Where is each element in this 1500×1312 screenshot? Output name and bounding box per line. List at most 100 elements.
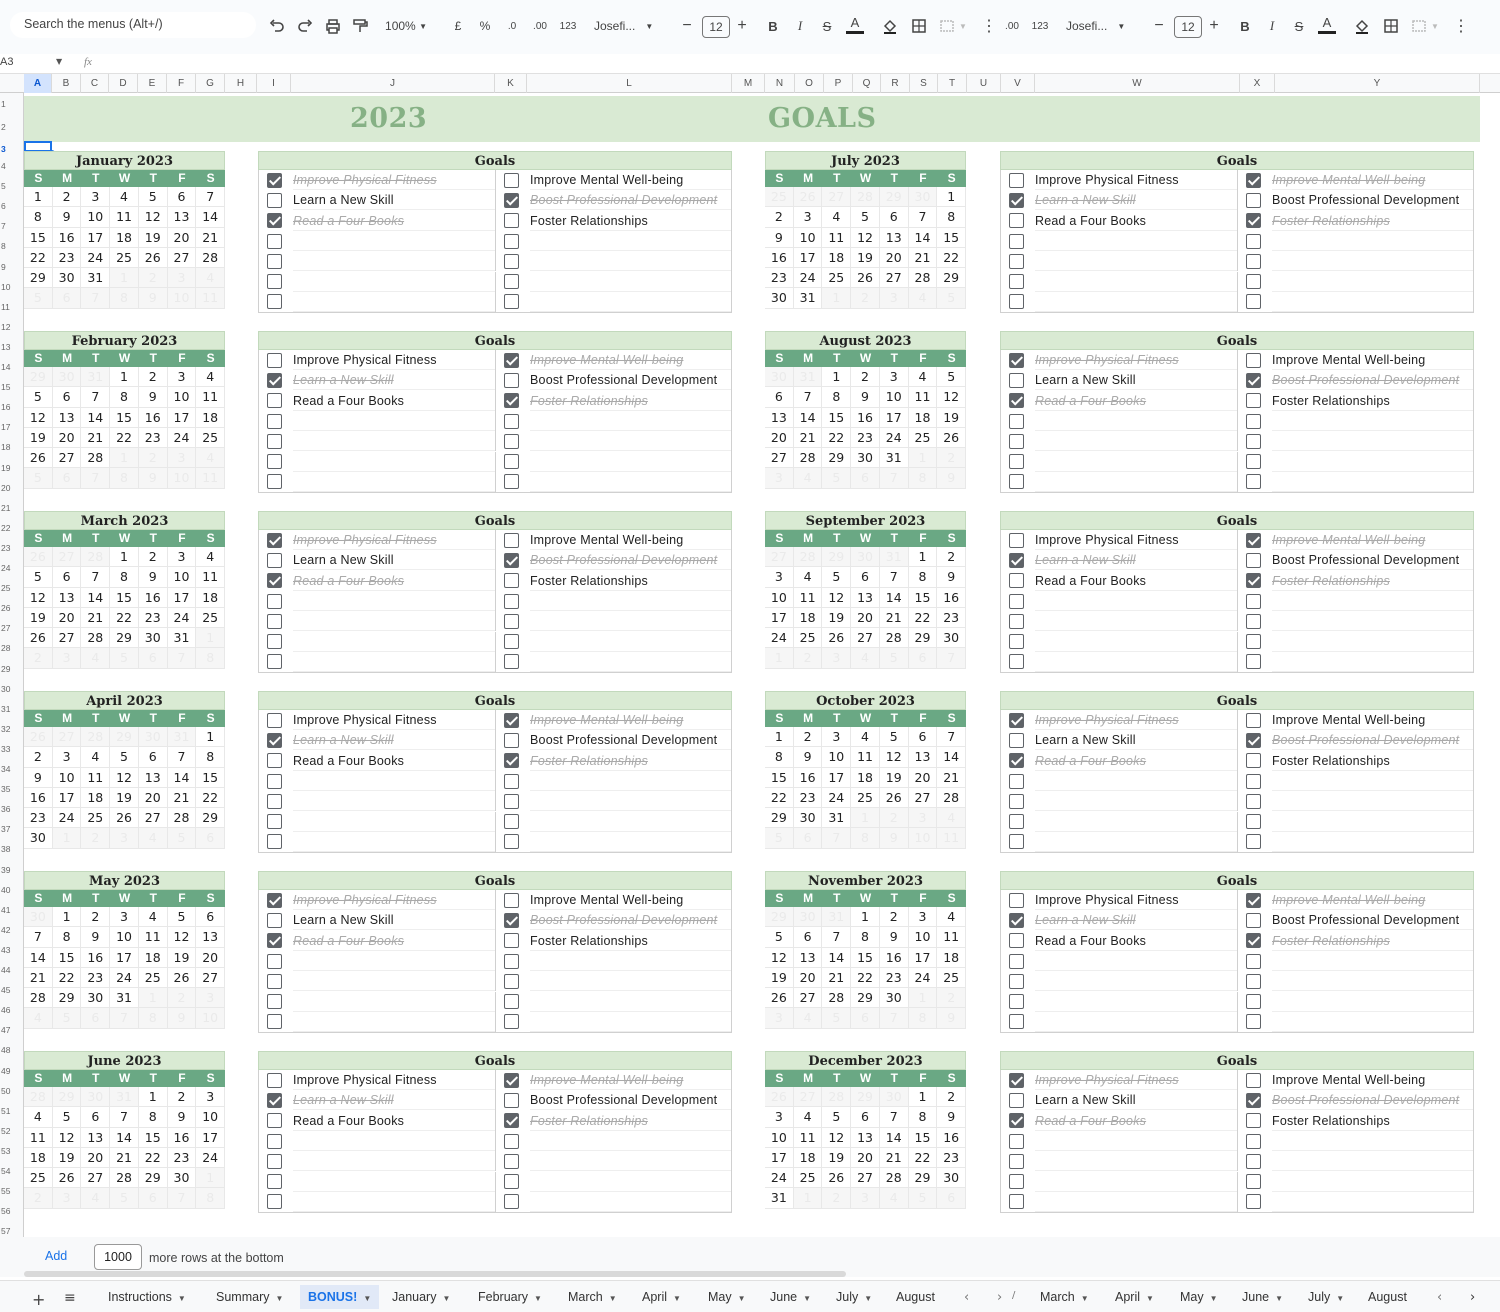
chevron-down-icon[interactable]: ▼ (442, 1294, 450, 1303)
goal-text[interactable]: Learn a New Skill (293, 190, 495, 211)
row-header[interactable]: 37 (0, 824, 24, 834)
goal-text[interactable]: Improve Physical Fitness (293, 1070, 495, 1091)
print-icon[interactable] (324, 17, 342, 35)
goal-checkbox[interactable] (504, 613, 519, 629)
goal-text[interactable] (1035, 1131, 1237, 1152)
goal-checkbox[interactable] (267, 634, 282, 650)
borders-icon[interactable] (910, 17, 928, 35)
chevron-down-icon[interactable]: ▼ (1336, 1294, 1344, 1303)
goal-text[interactable] (1272, 591, 1473, 612)
goal-checkbox[interactable] (1009, 1092, 1024, 1108)
goal-checkbox[interactable] (267, 552, 282, 568)
goal-text[interactable]: Learn a New Skill (293, 370, 495, 391)
goal-checkbox[interactable] (504, 393, 519, 409)
goal-text[interactable] (1272, 611, 1473, 632)
column-header-Q[interactable]: Q (853, 74, 881, 93)
goal-text[interactable] (1035, 1151, 1237, 1172)
goal-text[interactable]: Foster Relationships (1272, 751, 1473, 771)
goal-checkbox[interactable] (504, 433, 519, 449)
goal-checkbox[interactable] (1009, 372, 1024, 388)
goal-text[interactable]: Improve Mental Well-being (1272, 350, 1473, 371)
italic-button[interactable]: I (793, 14, 807, 38)
row-header[interactable]: 28 (0, 643, 24, 653)
goal-checkbox[interactable] (504, 474, 519, 490)
goal-text[interactable] (1272, 971, 1473, 992)
row-header[interactable]: 49 (0, 1066, 24, 1076)
goal-text[interactable]: Boost Professional Development (1272, 190, 1473, 211)
goal-checkbox[interactable] (1009, 352, 1024, 368)
goal-checkbox[interactable] (267, 1072, 282, 1088)
goal-checkbox[interactable] (504, 712, 519, 728)
goal-checkbox[interactable] (1246, 834, 1261, 850)
row-header[interactable]: 18 (0, 442, 24, 452)
goal-text[interactable] (293, 292, 495, 312)
goal-checkbox[interactable] (1246, 654, 1261, 670)
goal-checkbox[interactable] (1246, 613, 1261, 629)
goal-checkbox[interactable] (1009, 834, 1024, 850)
goal-text[interactable] (1272, 292, 1473, 312)
sheet-tab[interactable]: April ▼ (642, 1290, 681, 1304)
goal-text[interactable]: Improve Physical Fitness (293, 710, 495, 731)
goal-checkbox[interactable] (1009, 1113, 1024, 1129)
row-header[interactable]: 1 (0, 99, 24, 109)
row-header[interactable]: 8 (0, 241, 24, 251)
chevron-down-icon[interactable]: ▼ (178, 1294, 186, 1303)
goal-text[interactable] (1035, 611, 1237, 632)
row-header[interactable]: 10 (0, 282, 24, 292)
row-header[interactable]: 31 (0, 704, 24, 714)
sheet-tab[interactable]: August (1368, 1290, 1407, 1304)
row-header[interactable]: 45 (0, 985, 24, 995)
goal-checkbox[interactable] (504, 1133, 519, 1149)
currency-button[interactable]: £ (450, 14, 466, 38)
goal-checkbox[interactable] (1246, 933, 1261, 949)
column-header-V[interactable]: V (1001, 74, 1035, 93)
goal-text[interactable]: Improve Physical Fitness (293, 170, 495, 191)
goal-text[interactable]: Improve Mental Well-being (530, 170, 731, 191)
goal-checkbox[interactable] (1246, 634, 1261, 650)
goal-checkbox[interactable] (1246, 1174, 1261, 1190)
goal-text[interactable]: Read a Four Books (1035, 1111, 1237, 1131)
row-header[interactable]: 19 (0, 463, 24, 473)
redo-icon[interactable] (296, 17, 314, 35)
goal-checkbox[interactable] (504, 1153, 519, 1169)
goal-checkbox[interactable] (1246, 1113, 1261, 1129)
percent-button[interactable]: % (477, 14, 493, 38)
goal-checkbox[interactable] (267, 294, 282, 310)
goal-checkbox[interactable] (504, 634, 519, 650)
fill-color-icon[interactable] (881, 17, 899, 35)
goal-text[interactable]: Boost Professional Development (530, 910, 731, 931)
column-header-H[interactable]: H (225, 74, 257, 93)
goal-text[interactable] (293, 632, 495, 652)
goal-checkbox[interactable] (1009, 233, 1024, 249)
goal-text[interactable]: Improve Mental Well-being (1272, 1070, 1473, 1091)
goal-text[interactable] (1272, 231, 1473, 252)
goal-text[interactable] (1035, 832, 1237, 852)
goal-text[interactable]: Improve Mental Well-being (1272, 530, 1473, 551)
goal-checkbox[interactable] (267, 393, 282, 409)
goal-checkbox[interactable] (504, 233, 519, 249)
sheet-tab[interactable]: July ▼ (1308, 1290, 1344, 1304)
goal-text[interactable] (293, 591, 495, 612)
bold-button-2[interactable]: B (1238, 14, 1252, 38)
row-header[interactable]: 53 (0, 1146, 24, 1156)
row-header[interactable]: 43 (0, 945, 24, 955)
goal-checkbox[interactable] (1246, 912, 1261, 928)
chevron-down-icon[interactable]: ▼ (534, 1294, 542, 1303)
goal-text[interactable]: Boost Professional Development (1272, 910, 1473, 931)
row-header[interactable]: 16 (0, 402, 24, 412)
goal-checkbox[interactable] (267, 892, 282, 908)
goal-text[interactable] (530, 971, 731, 992)
goal-text[interactable]: Foster Relationships (530, 1111, 731, 1131)
goal-checkbox[interactable] (1009, 814, 1024, 830)
row-header[interactable]: 25 (0, 583, 24, 593)
sheet-tab[interactable]: BONUS! ▼ (300, 1285, 380, 1309)
goal-checkbox[interactable] (504, 1113, 519, 1129)
goal-text[interactable]: Read a Four Books (293, 571, 495, 591)
goal-text[interactable] (530, 1012, 731, 1032)
goal-text[interactable] (293, 1131, 495, 1152)
font-size-input[interactable]: 12 (702, 16, 730, 38)
goal-checkbox[interactable] (1009, 1153, 1024, 1169)
goal-checkbox[interactable] (267, 433, 282, 449)
goal-text[interactable] (293, 791, 495, 812)
chevron-down-icon[interactable]: ▼ (1210, 1294, 1218, 1303)
